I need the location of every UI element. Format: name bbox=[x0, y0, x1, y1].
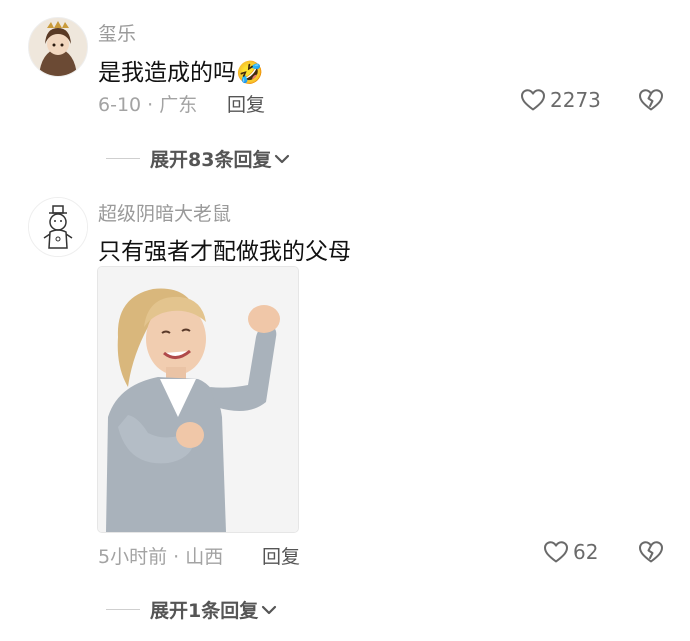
avatar-illustration bbox=[29, 198, 87, 256]
expand-replies-label: 展开83条回复 bbox=[150, 149, 272, 171]
expand-divider bbox=[106, 609, 140, 610]
expand-divider bbox=[106, 158, 140, 159]
dislike-button[interactable] bbox=[638, 540, 664, 568]
reply-button[interactable]: 回复 bbox=[227, 90, 265, 117]
comment-meta: 5小时前 · 山西 bbox=[98, 546, 224, 568]
reply-button[interactable]: 回复 bbox=[262, 542, 300, 569]
like-count: 2273 bbox=[550, 88, 601, 112]
avatar-illustration bbox=[29, 18, 87, 76]
heart-outline-icon bbox=[544, 541, 568, 563]
like-button[interactable]: 2273 bbox=[520, 88, 601, 112]
expand-replies-button[interactable]: 展开1条回复 bbox=[106, 596, 278, 623]
expand-replies-label: 展开1条回复 bbox=[150, 600, 259, 622]
like-button[interactable]: 62 bbox=[543, 540, 598, 564]
comment-username[interactable]: 超级阴暗大老鼠 bbox=[98, 199, 231, 226]
flexing-woman-illustration bbox=[98, 267, 298, 532]
broken-heart-icon bbox=[639, 541, 663, 563]
comment-text: 是我造成的吗🤣 bbox=[98, 53, 263, 87]
avatar[interactable] bbox=[28, 197, 88, 257]
broken-heart-icon bbox=[639, 89, 663, 111]
comment-text-body: 是我造成的吗 bbox=[98, 60, 236, 86]
like-count: 62 bbox=[573, 540, 599, 564]
comment-meta: 6-10 · 广东 bbox=[98, 94, 198, 116]
chevron-down-icon bbox=[275, 154, 290, 163]
comment-item: 玺乐 是我造成的吗🤣 6-10 · 广东 回复 2273 展开83条回复 bbox=[0, 0, 690, 180]
dislike-button[interactable] bbox=[638, 88, 664, 116]
expand-replies-button[interactable]: 展开83条回复 bbox=[106, 145, 291, 172]
avatar[interactable] bbox=[28, 17, 88, 77]
comment-username[interactable]: 玺乐 bbox=[98, 19, 136, 46]
comment-text: 只有强者才配做我的父母 bbox=[98, 239, 351, 265]
chevron-down-icon bbox=[262, 605, 277, 614]
comment-image[interactable] bbox=[97, 266, 299, 533]
heart-outline-icon bbox=[521, 89, 545, 111]
laughing-emoji-icon: 🤣 bbox=[236, 61, 264, 86]
